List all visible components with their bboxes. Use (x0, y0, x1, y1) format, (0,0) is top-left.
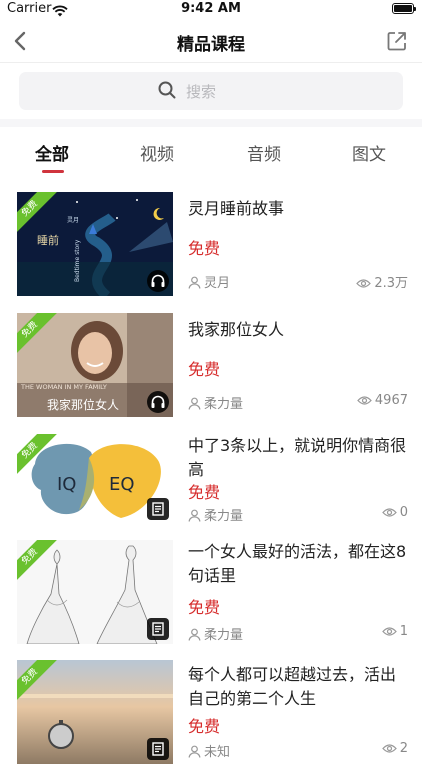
article-icon (147, 738, 169, 760)
headphones-icon (147, 270, 169, 292)
course-price: 免费 (188, 598, 221, 617)
user-icon (188, 628, 201, 641)
course-title: 中了3条以上，就说明你情商很高 (188, 436, 407, 479)
tab-indicator (42, 170, 64, 173)
tab-audio[interactable]: 音频 (247, 140, 281, 165)
search-placeholder: 搜索 (186, 83, 217, 101)
tab-video[interactable]: 视频 (140, 140, 174, 165)
battery-icon (392, 3, 416, 14)
user-icon (188, 745, 201, 758)
navigation-bar: 精品课程 (0, 20, 422, 63)
eye-icon (356, 279, 372, 288)
course-author: 柔力量 (188, 505, 243, 524)
tab-all[interactable]: 全部 (35, 140, 69, 165)
course-title: 每个人都可以超越过去，活出自己的第二个人生 (188, 665, 397, 708)
thumb-text: EQ (109, 474, 135, 495)
course-price: 免费 (188, 483, 221, 502)
course-author: 未知 (188, 741, 230, 760)
eye-icon (381, 508, 397, 517)
page-title: 精品课程 (177, 35, 245, 55)
course-title: 灵月睡前故事 (188, 199, 285, 218)
course-price: 免费 (188, 360, 221, 379)
course-views: 4967 (357, 393, 408, 408)
course-views: 1 (381, 624, 408, 639)
course-price: 免费 (188, 239, 221, 258)
user-icon (188, 509, 201, 522)
course-thumbnail: 睡前 Bedtime story 灵月 免费 (17, 192, 173, 296)
course-author: 灵月 (188, 272, 230, 291)
search-bar[interactable]: 搜索 (19, 72, 403, 110)
thumb-text: THE WOMAN IN MY FAMILY (20, 383, 107, 391)
article-icon (147, 498, 169, 520)
course-thumbnail: IQ EQ 免费 (17, 434, 173, 524)
course-views: 2.3万 (356, 272, 408, 291)
thumb-text: IQ (57, 474, 76, 495)
thumb-text: 我家那位女人 (47, 397, 119, 412)
tab-image-text[interactable]: 图文 (352, 140, 386, 165)
share-icon (387, 32, 406, 51)
headphones-icon (147, 391, 169, 413)
thumb-text: Bedtime story (74, 239, 81, 282)
section-divider (0, 119, 422, 127)
share-button[interactable] (386, 30, 408, 52)
course-thumbnail: 免费 (17, 660, 173, 764)
course-title: 一个女人最好的活法，都在这8句话里 (188, 542, 407, 585)
search-icon (157, 80, 177, 104)
course-views: 2 (381, 741, 408, 756)
thumb-text: 睡前 (37, 233, 59, 247)
eye-icon (357, 396, 372, 405)
eye-icon (381, 744, 397, 753)
thumb-text: 灵月 (67, 217, 79, 224)
clock: 9:42 AM (181, 1, 241, 16)
eye-icon (381, 627, 397, 636)
course-views: 0 (381, 505, 408, 520)
course-author: 柔力量 (188, 393, 243, 412)
course-thumbnail: THE WOMAN IN MY FAMILY 我家那位女人 免费 (17, 313, 173, 417)
course-author: 柔力量 (188, 624, 243, 643)
course-price: 免费 (188, 717, 221, 736)
category-tabs: 全部 视频 音频 图文 (0, 130, 422, 182)
article-icon (147, 618, 169, 640)
user-icon (188, 397, 201, 410)
user-icon (188, 276, 201, 289)
status-bar: Carrier 9:42 AM (0, 0, 422, 20)
course-thumbnail: 免费 (17, 540, 173, 644)
course-title: 我家那位女人 (188, 320, 285, 339)
